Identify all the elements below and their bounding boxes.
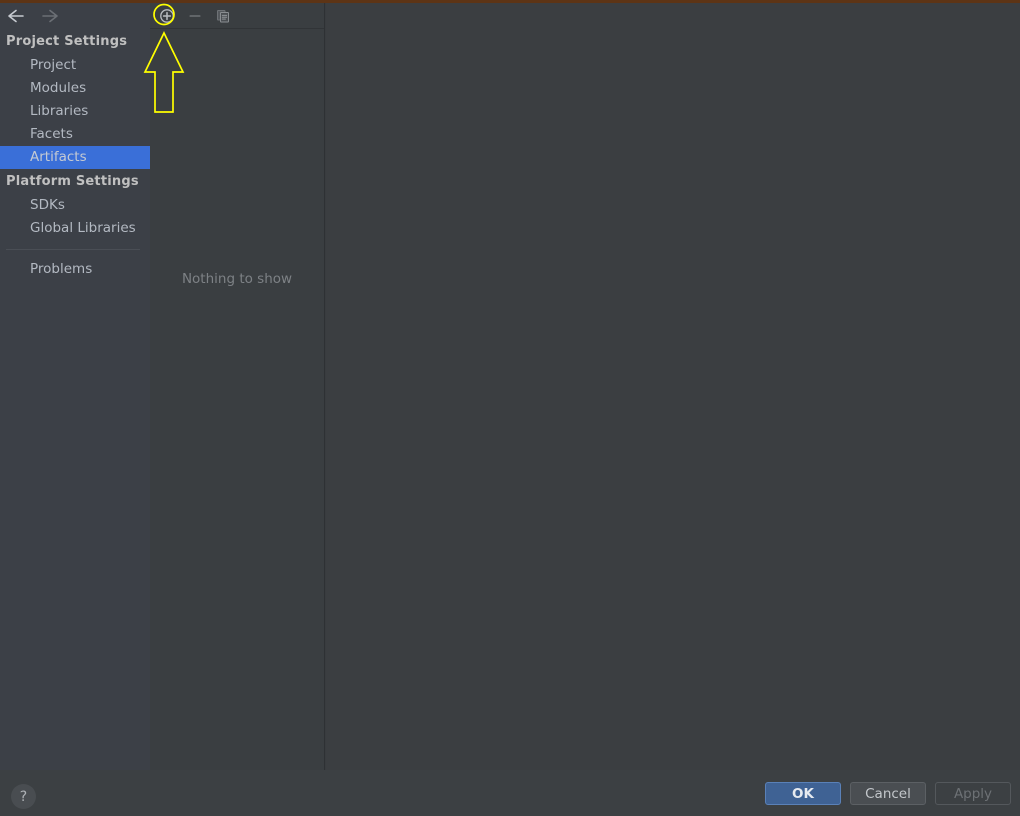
remove-artifact-button[interactable] bbox=[183, 5, 207, 27]
sidebar-group-header-project-settings: Project Settings bbox=[6, 34, 128, 49]
sidebar-item-facets[interactable]: Facets bbox=[0, 123, 150, 146]
plus-circle-icon bbox=[160, 8, 174, 23]
sidebar-item-project[interactable]: Project bbox=[0, 54, 150, 77]
cancel-button[interactable]: Cancel bbox=[850, 782, 926, 805]
artifacts-toolbar bbox=[150, 3, 324, 29]
minus-icon bbox=[189, 14, 201, 17]
add-artifact-button[interactable] bbox=[155, 5, 179, 27]
sidebar-group-header-platform-settings: Platform Settings bbox=[6, 174, 139, 189]
forward-arrow-icon[interactable] bbox=[40, 7, 60, 25]
sidebar-item-sdks[interactable]: SDKs bbox=[0, 194, 150, 217]
dialog-action-buttons: OK Cancel Apply bbox=[765, 782, 1011, 805]
copy-artifact-button[interactable] bbox=[211, 5, 235, 27]
copy-icon bbox=[217, 9, 229, 22]
settings-sidebar: Project Settings Project Modules Librari… bbox=[0, 3, 150, 770]
artifact-details-panel bbox=[326, 3, 1020, 770]
back-arrow-icon[interactable] bbox=[6, 7, 26, 25]
sidebar-divider bbox=[6, 249, 140, 250]
sidebar-item-artifacts[interactable]: Artifacts bbox=[0, 146, 150, 169]
help-button[interactable]: ? bbox=[11, 784, 36, 809]
ok-button[interactable]: OK bbox=[765, 782, 841, 805]
sidebar-navigation-arrows bbox=[0, 3, 150, 29]
dialog-footer: ? OK Cancel Apply bbox=[0, 770, 1020, 816]
sidebar-item-libraries[interactable]: Libraries bbox=[0, 100, 150, 123]
sidebar-item-modules[interactable]: Modules bbox=[0, 77, 150, 100]
sidebar-item-global-libraries[interactable]: Global Libraries bbox=[0, 217, 150, 240]
artifacts-list-panel: Nothing to show bbox=[150, 3, 325, 770]
dialog-body: Project Settings Project Modules Librari… bbox=[0, 3, 1020, 770]
sidebar-item-problems[interactable]: Problems bbox=[0, 258, 150, 281]
empty-state-message: Nothing to show bbox=[181, 271, 293, 287]
apply-button: Apply bbox=[935, 782, 1011, 805]
